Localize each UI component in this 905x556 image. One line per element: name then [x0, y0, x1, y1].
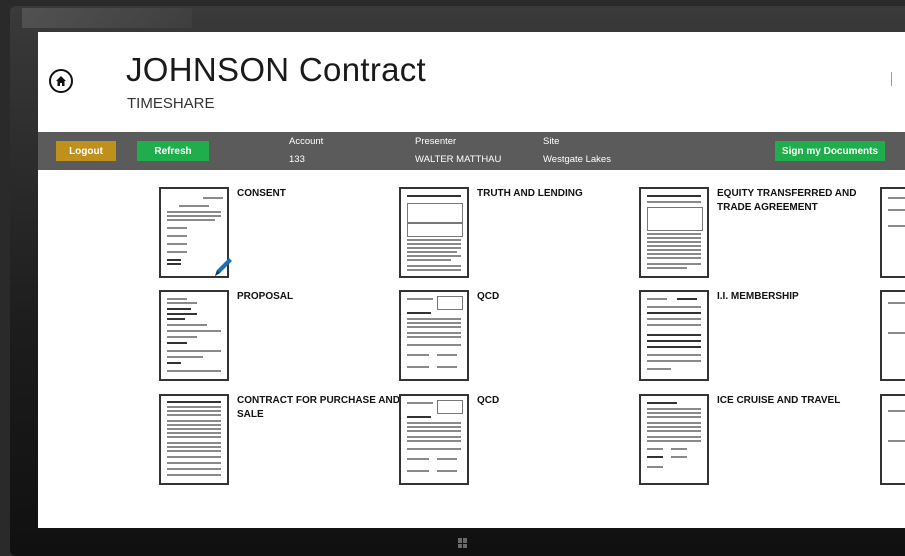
presenter-value: WALTER MATTHAU: [415, 154, 502, 165]
presenter-label: Presenter: [415, 136, 457, 147]
document-thumbnail: [639, 290, 709, 381]
document-proposal[interactable]: PROPOSAL: [159, 290, 389, 390]
document-truth-and-lending[interactable]: TRUTH AND LENDING: [399, 187, 629, 287]
home-button[interactable]: [49, 69, 73, 93]
document-thumbnail: [399, 394, 469, 485]
document-ii-membership[interactable]: I.I. MEMBERSHIP: [639, 290, 869, 390]
document-title: QCD: [477, 291, 500, 302]
document-title: TRUTH AND LENDING: [477, 188, 583, 199]
document-title: QCD: [477, 395, 500, 406]
app-screen: JOHNSON Contract TIMESHARE Logout Refres…: [38, 32, 905, 528]
page-title: JOHNSON Contract: [126, 51, 427, 88]
document-qcd[interactable]: QCD: [399, 290, 629, 390]
document-title: PROPOSAL: [237, 291, 294, 302]
document-thumbnail: [639, 187, 709, 278]
home-icon: [56, 76, 66, 86]
document-equity-transferred[interactable]: EQUITY TRANSFERRED AND TRADE AGREEMENT: [639, 187, 869, 287]
document-title: EQUITY TRANSFERRED AND TRADE AGREEMENT: [717, 188, 857, 213]
pen-icon: [215, 258, 232, 276]
document-thumbnail: [399, 290, 469, 381]
document-thumbnail-partial[interactable]: [880, 187, 905, 278]
toolbar: Logout Refresh Account 133 Presenter WAL…: [38, 132, 905, 170]
document-title: I.I. MEMBERSHIP: [717, 291, 799, 302]
document-thumbnail-partial[interactable]: [880, 394, 905, 485]
document-title: ICE CRUISE AND TRAVEL: [717, 395, 841, 406]
site-label: Site: [543, 136, 560, 147]
sign-documents-button[interactable]: Sign my Documents: [775, 141, 885, 161]
windows-logo-icon[interactable]: [458, 538, 468, 548]
document-thumbnail-partial[interactable]: [880, 290, 905, 381]
text-cursor: [891, 72, 892, 86]
document-thumbnail: [639, 394, 709, 485]
document-qcd-2[interactable]: QCD: [399, 394, 629, 494]
page-subtitle: TIMESHARE: [127, 95, 215, 112]
logout-button[interactable]: Logout: [56, 141, 116, 161]
bezel-reflection: [22, 8, 192, 28]
account-label: Account: [289, 136, 324, 147]
document-title: CONSENT: [237, 188, 286, 199]
document-thumbnail: [399, 187, 469, 278]
document-consent[interactable]: CONSENT: [159, 187, 389, 287]
site-value: Westgate Lakes: [543, 154, 611, 165]
refresh-button[interactable]: Refresh: [137, 141, 209, 161]
document-thumbnail: [159, 290, 229, 381]
document-title: CONTRACT FOR PURCHASE AND SALE: [237, 395, 400, 420]
document-contract-for-purchase[interactable]: CONTRACT FOR PURCHASE AND SALE: [159, 394, 400, 494]
document-ice-cruise-and-travel[interactable]: ICE CRUISE AND TRAVEL: [639, 394, 869, 494]
document-thumbnail: [159, 394, 229, 485]
account-value: 133: [289, 154, 305, 165]
